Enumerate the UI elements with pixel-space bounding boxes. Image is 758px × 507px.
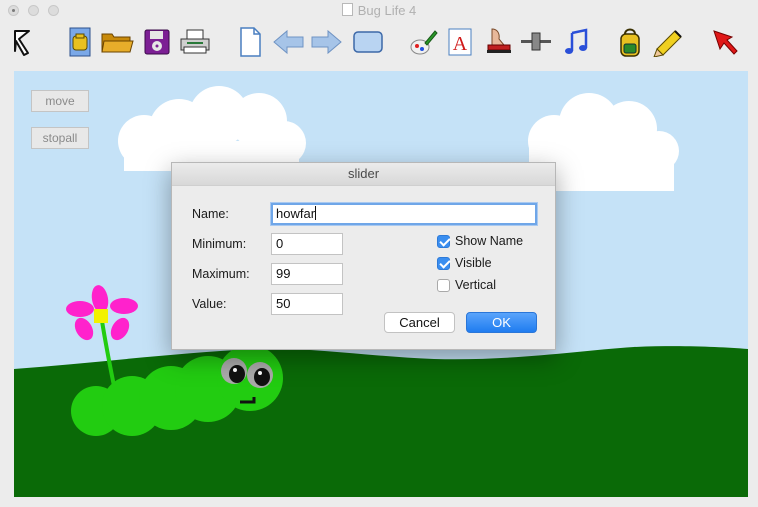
window-title-text: Bug Life 4 [357, 3, 417, 18]
cloud [118, 86, 306, 171]
music-note-icon[interactable] [558, 24, 594, 60]
open-folder-icon[interactable] [99, 24, 135, 60]
print-icon[interactable] [177, 24, 213, 60]
svg-text:A: A [453, 33, 468, 55]
checkbox-checked-icon [437, 256, 450, 270]
backpack-icon[interactable] [612, 24, 648, 60]
maximum-label: Maximum: [192, 267, 250, 281]
value-input[interactable]: 50 [271, 293, 343, 315]
text-icon[interactable]: A [442, 24, 478, 60]
visible-checkbox[interactable]: Visible [437, 256, 492, 270]
pointer-icon[interactable] [4, 24, 40, 60]
save-disk-icon[interactable] [139, 24, 175, 60]
slider-icon[interactable] [518, 24, 554, 60]
title-bar: Bug Life 4 [0, 0, 758, 20]
show-name-label: Show Name [455, 234, 524, 248]
stopall-button[interactable]: stopall [31, 127, 89, 149]
slider-dialog: slider Name: howfar Minimum: 0 Maximum: … [171, 162, 556, 350]
visible-label: Visible [455, 256, 492, 270]
cancel-button[interactable]: Cancel [384, 312, 455, 333]
flower-center [94, 309, 108, 323]
show-name-checkbox[interactable]: Show Name [437, 234, 523, 248]
name-input[interactable]: howfar [271, 203, 537, 225]
text-caret [315, 206, 317, 220]
prev-page-icon[interactable] [271, 24, 307, 60]
paint-icon[interactable] [405, 24, 441, 60]
stamp-icon[interactable] [481, 24, 517, 60]
pencil-icon[interactable] [650, 24, 686, 60]
red-arrow-icon[interactable] [707, 24, 743, 60]
checkbox-unchecked-icon [437, 278, 450, 292]
ok-button[interactable]: OK [466, 312, 537, 333]
minimum-label: Minimum: [192, 237, 247, 251]
move-button[interactable]: move [31, 90, 89, 112]
value-label: Value: [192, 297, 227, 311]
vertical-checkbox[interactable]: Vertical [437, 278, 496, 292]
name-value: howfar [276, 206, 316, 221]
name-label: Name: [192, 207, 229, 221]
new-textbox-icon[interactable] [350, 24, 386, 60]
checkbox-checked-icon [437, 234, 450, 248]
toolbar: A [0, 20, 758, 68]
next-page-icon[interactable] [308, 24, 344, 60]
dialog-title: slider [172, 163, 555, 186]
maximum-input[interactable]: 99 [271, 263, 343, 285]
window-title: Bug Life 4 [0, 3, 758, 18]
minimum-input[interactable]: 0 [271, 233, 343, 255]
new-page-icon[interactable] [232, 24, 268, 60]
vertical-label: Vertical [455, 278, 496, 292]
new-project-icon[interactable] [62, 24, 98, 60]
document-icon [341, 3, 353, 16]
